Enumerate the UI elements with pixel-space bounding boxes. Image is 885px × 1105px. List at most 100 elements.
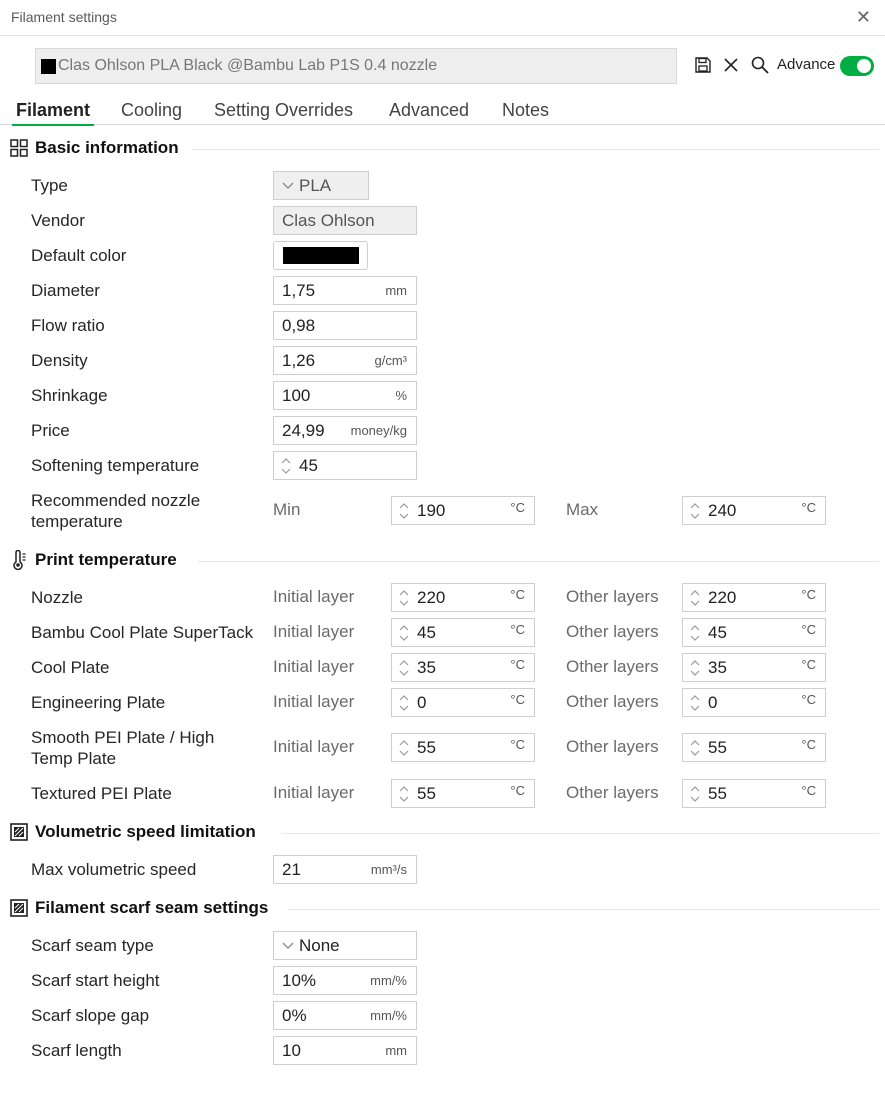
label-line-1: Bambu Cool Plate SuperTack	[31, 623, 254, 642]
scarf-length-input[interactable]: 10 mm	[273, 1036, 417, 1065]
initial-layer-temp-input[interactable]: 55 °C	[391, 733, 535, 762]
grid-icon	[9, 138, 29, 158]
spinner-icon[interactable]	[688, 623, 702, 643]
spinner-icon[interactable]	[397, 623, 411, 643]
spinner-icon[interactable]	[397, 588, 411, 608]
scarf-length-label: Scarf length	[31, 1041, 122, 1060]
temp-unit: °C	[510, 587, 525, 602]
max-volumetric-speed-input[interactable]: 21 mm³/s	[273, 855, 417, 884]
scarf-seam-type-label: Scarf seam type	[31, 936, 154, 955]
search-icon[interactable]	[750, 56, 770, 74]
section-title: Print temperature	[35, 550, 177, 569]
tab-filament[interactable]: Filament	[11, 100, 95, 126]
plate-label: Smooth PEI Plate / High Temp Plate	[31, 727, 214, 769]
default-color-label: Default color	[31, 246, 127, 265]
label-line-1: Nozzle	[31, 588, 83, 607]
initial-layer-label: Initial layer	[273, 657, 355, 676]
spinner-icon[interactable]	[688, 738, 702, 758]
flow-ratio-input[interactable]: 0,98	[273, 311, 417, 340]
spinner-icon[interactable]	[397, 784, 411, 804]
color-chip	[282, 247, 359, 264]
vendor-value: Clas Ohlson	[282, 210, 375, 230]
shrinkage-value: 100	[282, 385, 311, 405]
spinner-icon[interactable]	[688, 501, 702, 521]
nozzle-temp-max-input[interactable]: 240 °C	[682, 496, 826, 525]
scarf-start-height-input[interactable]: 10% mm/%	[273, 966, 417, 995]
density-input[interactable]: 1,26 g/cm³	[273, 346, 417, 375]
other-layers-temp-input[interactable]: 55 °C	[682, 733, 826, 762]
price-input[interactable]: 24,99 money/kg	[273, 416, 417, 445]
tab-bar: Filament Cooling Setting Overrides Advan…	[0, 97, 885, 126]
tab-cooling[interactable]: Cooling	[121, 100, 182, 121]
other-layers-temp-input[interactable]: 55 °C	[682, 779, 826, 808]
spinner-icon[interactable]	[688, 658, 702, 678]
hatched-square-icon	[9, 822, 29, 842]
window-title: Filament settings	[11, 9, 117, 25]
label-line-1: Textured PEI Plate	[31, 784, 172, 803]
spinner-icon[interactable]	[688, 784, 702, 804]
nozzle-temp-min-value: 190	[417, 500, 446, 520]
initial-layer-temp-input[interactable]: 35 °C	[391, 653, 535, 682]
tab-notes[interactable]: Notes	[502, 100, 549, 121]
initial-layer-label: Initial layer	[273, 587, 355, 606]
spinner-icon[interactable]	[397, 693, 411, 713]
diameter-input[interactable]: 1,75 mm	[273, 276, 417, 305]
other-layers-temp-input[interactable]: 0 °C	[682, 688, 826, 717]
shrinkage-input[interactable]: 100 %	[273, 381, 417, 410]
type-dropdown[interactable]: PLA	[273, 171, 369, 200]
initial-layer-temp-input[interactable]: 45 °C	[391, 618, 535, 647]
plate-label: Textured PEI Plate	[31, 783, 172, 804]
tab-setting-overrides[interactable]: Setting Overrides	[214, 100, 353, 121]
scarf-slope-gap-unit: mm/%	[370, 1008, 407, 1023]
spinner-icon[interactable]	[688, 588, 702, 608]
initial-layer-temp-value: 55	[417, 783, 436, 803]
section-volumetric-speed: Volumetric speed limitation	[9, 822, 256, 842]
temp-unit: °C	[510, 783, 525, 798]
spinner-icon[interactable]	[397, 658, 411, 678]
nozzle-temp-min-input[interactable]: 190 °C	[391, 496, 535, 525]
price-value: 24,99	[282, 420, 325, 440]
advance-toggle[interactable]	[840, 56, 874, 76]
scarf-slope-gap-label: Scarf slope gap	[31, 1006, 150, 1025]
hatched-square-icon	[9, 898, 29, 918]
spinner-icon[interactable]	[688, 693, 702, 713]
max-volumetric-speed-value: 21	[282, 859, 301, 879]
density-label: Density	[31, 351, 88, 370]
diameter-value: 1,75	[282, 280, 316, 300]
initial-layer-temp-input[interactable]: 220 °C	[391, 583, 535, 612]
softening-temperature-value: 45	[299, 455, 318, 475]
preset-name-box[interactable]: Clas Ohlson PLA Black @Bambu Lab P1S 0.4…	[35, 48, 677, 84]
temp-unit: °C	[801, 500, 816, 515]
max-label: Max	[566, 500, 599, 519]
initial-layer-temp-value: 55	[417, 737, 436, 757]
scarf-seam-type-dropdown[interactable]: None	[273, 931, 417, 960]
initial-layer-label: Initial layer	[273, 783, 355, 802]
softening-temperature-input[interactable]: 45	[273, 451, 417, 480]
other-layers-temp-input[interactable]: 45 °C	[682, 618, 826, 647]
delete-preset-icon[interactable]	[722, 56, 740, 74]
initial-layer-temp-input[interactable]: 55 °C	[391, 779, 535, 808]
default-color-button[interactable]	[273, 241, 368, 270]
spinner-icon[interactable]	[397, 501, 411, 521]
other-layers-temp-input[interactable]: 35 °C	[682, 653, 826, 682]
section-scarf-seam: Filament scarf seam settings	[9, 898, 268, 918]
scarf-length-unit: mm	[385, 1043, 407, 1058]
vendor-label: Vendor	[31, 211, 85, 230]
min-label: Min	[273, 500, 301, 519]
chevron-down-icon	[282, 182, 296, 190]
initial-layer-temp-input[interactable]: 0 °C	[391, 688, 535, 717]
max-volumetric-speed-unit: mm³/s	[370, 862, 407, 877]
temp-unit: °C	[801, 692, 816, 707]
other-layers-label: Other layers	[566, 783, 659, 802]
initial-layer-temp-value: 45	[417, 622, 436, 642]
scarf-slope-gap-input[interactable]: 0% mm/%	[273, 1001, 417, 1030]
plate-label: Bambu Cool Plate SuperTack	[31, 622, 253, 643]
other-layers-label: Other layers	[566, 587, 659, 606]
label-line-1: Recommended nozzle	[31, 491, 201, 510]
tab-advanced[interactable]: Advanced	[389, 100, 469, 121]
spinner-icon[interactable]	[397, 738, 411, 758]
other-layers-temp-input[interactable]: 220 °C	[682, 583, 826, 612]
save-icon[interactable]	[694, 56, 712, 74]
spinner-icon[interactable]	[279, 456, 293, 476]
window-close-icon[interactable]: ✕	[856, 7, 871, 28]
